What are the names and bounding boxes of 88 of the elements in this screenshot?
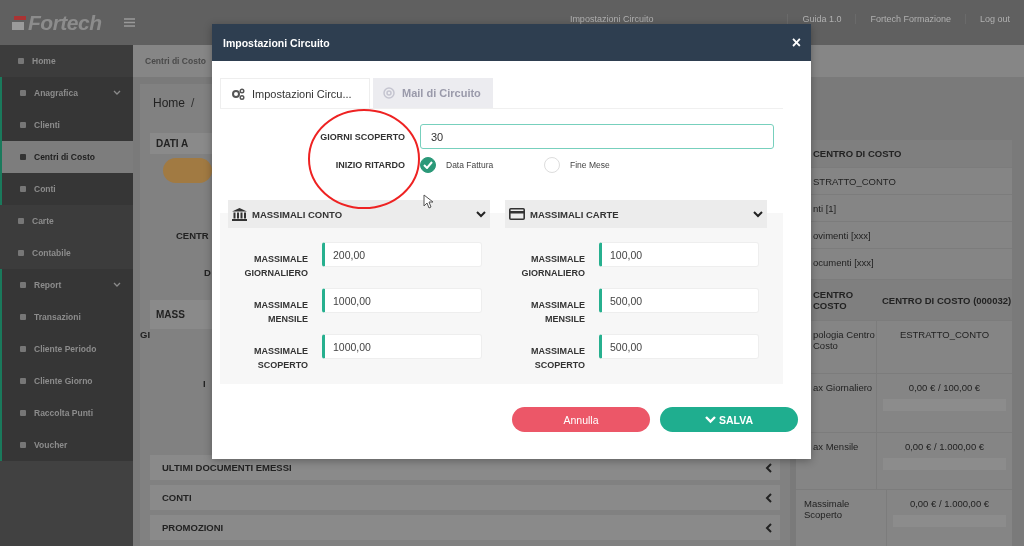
input-field[interactable]: 1000,00 [322, 334, 482, 359]
list-item: nti [1] [813, 202, 837, 214]
chevron-icon [765, 522, 772, 533]
input-field[interactable]: 200,00 [322, 242, 482, 267]
list-item: ocumenti [xxx] [813, 256, 874, 268]
chevron-icon [765, 462, 772, 473]
radio-option[interactable]: Data Fattura [420, 157, 500, 173]
sidebar-item[interactable]: Report [0, 269, 133, 301]
field-label: MASSIMALE MENSILE [530, 299, 585, 326]
input-field[interactable]: 500,00 [599, 334, 759, 359]
tab[interactable]: Mail di Circuito [373, 78, 493, 108]
cancel-button[interactable]: Annulla [512, 407, 650, 432]
square-icon [20, 346, 26, 352]
sidebar-item[interactable]: Anagrafica [0, 77, 133, 109]
chevron-icon [765, 492, 772, 503]
save-button[interactable]: SALVA [660, 407, 798, 432]
field-label: D [204, 267, 211, 278]
square-icon [20, 154, 26, 160]
breadcrumb-link[interactable]: Home [153, 96, 185, 110]
panel-header[interactable]: MASSIMALI CONTO [228, 200, 490, 228]
column-header: CENTRO DI COSTO (000032) [881, 294, 1012, 306]
sidebar-item[interactable]: Voucher [0, 429, 133, 461]
square-icon [20, 442, 26, 448]
cursor-icon [423, 194, 433, 209]
header-link[interactable]: Impostazioni Circuito [555, 14, 668, 24]
table-cell-text: 0,00 € / 1.000,00 € [908, 498, 991, 509]
sidebar-item[interactable]: Conti [0, 173, 133, 205]
table-cell-text: ax Mensile [812, 440, 860, 452]
list-item: ovimenti [xxx] [813, 229, 871, 241]
sidebar-item[interactable]: Carte [0, 205, 133, 237]
sidebar-item[interactable]: Centri di Costo [0, 141, 133, 173]
close-button[interactable]: × [791, 33, 801, 52]
square-icon [20, 90, 26, 96]
gears-icon [231, 87, 245, 100]
field-label: CENTR [176, 230, 209, 241]
field-label: MASSIMALE SCOPERTO [530, 345, 585, 372]
field-label: I [203, 378, 206, 389]
radio-option[interactable]: Fine Mese [544, 157, 624, 173]
table-cell-text: 0,00 € / 100,00 € [907, 382, 982, 393]
check-icon [423, 161, 433, 169]
square-icon [18, 218, 24, 224]
sidebar-item[interactable]: Clienti [0, 109, 133, 141]
bank-icon [232, 207, 247, 221]
square-icon [20, 282, 26, 288]
table-cell-text: Massimale Scoperto [803, 497, 851, 520]
square-icon [20, 186, 26, 192]
list-item: STRATTO_CONTO [813, 175, 896, 187]
square-icon [18, 250, 24, 256]
table-cell-text: ax Giornaliero [812, 381, 874, 393]
table-cell-text: ESTRATTO_CONTO [898, 329, 991, 340]
square-icon [20, 122, 26, 128]
field-label: MASSIMALE SCOPERTO [253, 345, 308, 372]
panel-header[interactable]: MASSIMALI CARTE [505, 200, 767, 228]
sidebar-item[interactable]: Cliente Giorno [0, 365, 133, 397]
sidebar-item[interactable]: Contabile [0, 237, 133, 269]
chevron-icon [705, 415, 716, 424]
collapsible-section[interactable]: CONTI [150, 485, 780, 510]
square-icon [20, 410, 26, 416]
collapsible-section[interactable]: PROMOZIONI [150, 515, 780, 540]
field-label: MASSIMALE GIORNALIERO [243, 253, 308, 280]
input-field[interactable]: 100,00 [599, 242, 759, 267]
dialog-title: Impostazioni Circuito [223, 36, 330, 49]
tab[interactable]: Impostazioni Circu... [220, 78, 370, 108]
field-label: GI [140, 329, 151, 340]
logo-icon [12, 15, 26, 30]
square-icon [20, 314, 26, 320]
square-icon [18, 58, 24, 64]
header-link[interactable]: Log out [964, 14, 1024, 24]
breadcrumb-separator: / [191, 96, 195, 110]
input-field[interactable]: 500,00 [599, 288, 759, 313]
panel-title: CENTRO DI COSTO [813, 148, 902, 159]
edit-button[interactable] [163, 158, 212, 183]
field-label: MASSIMALE GIORNALIERO [520, 253, 585, 280]
credit-card-icon [509, 208, 525, 220]
table-cell-text: 0,00 € / 1.000,00 € [903, 441, 986, 452]
sidebar-item[interactable]: Transazioni [0, 301, 133, 333]
field-label: INIZIO RITARDO [334, 160, 405, 170]
table-cell-text: pologia Centro Costo [812, 328, 876, 351]
input-field[interactable]: 1000,00 [322, 288, 482, 313]
input-field[interactable]: 30 [420, 124, 774, 149]
square-icon [20, 378, 26, 384]
menu-icon[interactable] [123, 18, 135, 27]
sidebar-item[interactable]: Cliente Periodo [0, 333, 133, 365]
sidebar-item[interactable]: Home [0, 45, 133, 77]
field-label: MASSIMALE MENSILE [253, 299, 308, 326]
column-header: CENTRO COSTO [812, 289, 855, 311]
header-link[interactable]: Fortech Formazione [855, 14, 965, 24]
sidebar-item[interactable]: Raccolta Punti [0, 397, 133, 429]
